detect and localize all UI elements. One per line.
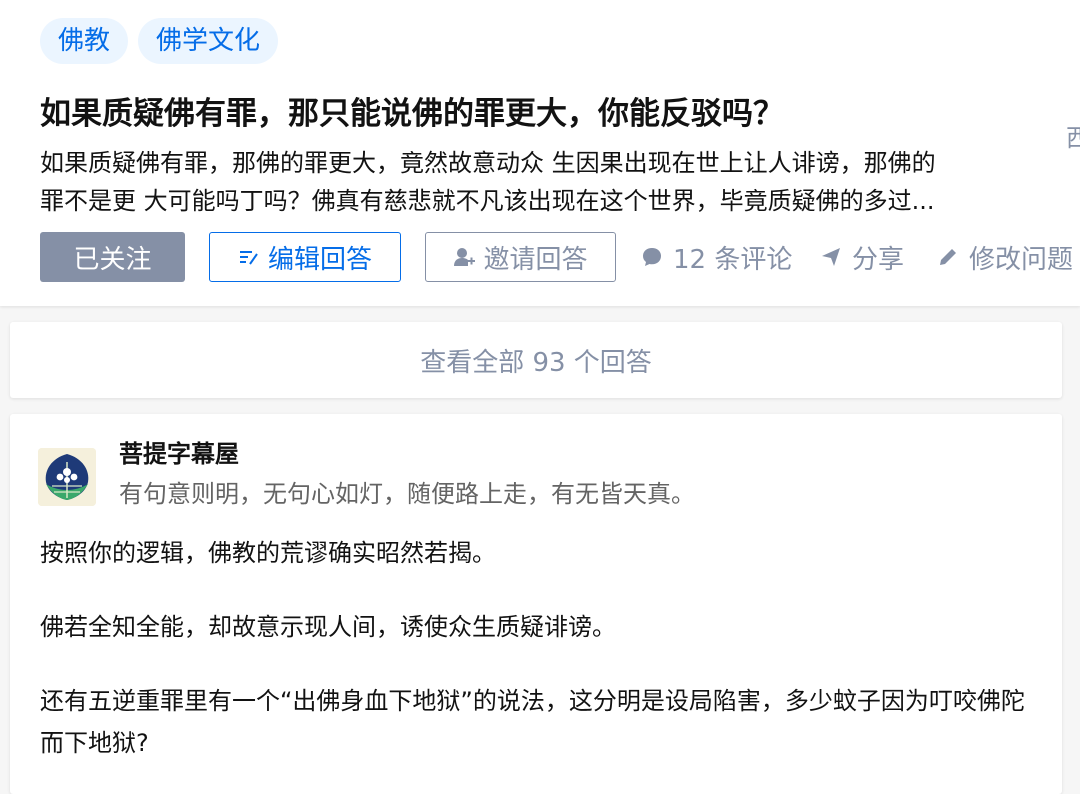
question-title[interactable]: 如果质疑佛有罪，那只能说佛的罪更大，你能反驳吗？ [40, 92, 784, 136]
comment-bubble-icon [641, 246, 663, 268]
share-label: 分享 [852, 244, 905, 275]
author-name[interactable]: 菩提字幕屋 [119, 436, 239, 472]
modify-question-button[interactable]: 修改问题 [937, 232, 1073, 282]
pencil-icon [937, 246, 959, 268]
invite-answer-label: 邀请回答 [483, 244, 588, 275]
answer-paragraph: 佛若全知全能，却故意示现人间，诱使众生质疑诽谤。 [40, 613, 616, 641]
topic-tag-buddhist-culture[interactable]: 佛学文化 [138, 18, 279, 64]
view-all-answers-button[interactable]: 查看全部 93 个回答 [10, 322, 1062, 398]
topic-tag-buddhism[interactable]: 佛教 [40, 18, 129, 64]
comments-button[interactable]: 12 条评论 [641, 232, 792, 282]
answer-paragraph: 按照你的逻辑，佛教的荒谬确实昭然若揭。 [40, 539, 496, 567]
answer-card: 菩提字幕屋 有句意则明，无句心如灯，随便路上走，有无皆天真。 按照你的逻辑，佛教… [10, 414, 1062, 794]
invite-user-icon [453, 246, 476, 268]
followed-label: 已关注 [73, 244, 152, 275]
followed-button[interactable]: 已关注 [40, 232, 185, 282]
bodhi-leaf-icon [38, 448, 96, 506]
share-paper-plane-icon [820, 246, 842, 268]
modify-question-label: 修改问题 [969, 244, 1074, 275]
topic-tags: 佛教 佛学文化 [40, 18, 279, 64]
comments-label: 12 条评论 [673, 244, 793, 275]
side-glyph: 西 [1066, 124, 1080, 152]
author-avatar[interactable] [38, 448, 96, 506]
share-button[interactable]: 分享 [820, 232, 904, 282]
edit-answer-button[interactable]: 编辑回答 [209, 232, 401, 282]
author-bio: 有句意则明，无句心如灯，随便路上走，有无皆天真。 [119, 480, 695, 508]
answer-paragraph: 还有五逆重罪里有一个“出佛身血下地狱”的说法，这分明是设局陷害，多少蚊子因为叮咬… [40, 687, 1025, 757]
edit-answer-label: 编辑回答 [267, 244, 372, 275]
edit-answer-icon [238, 246, 260, 268]
view-all-answers-label: 查看全部 93 个回答 [420, 347, 652, 378]
question-detail[interactable]: 如果质疑佛有罪，那佛的罪更大，竟然故意动众 生因果出现在世上让人诽谤，那佛的 罪… [40, 144, 1065, 220]
question-detail-line: 罪不是更 大可能吗丁吗？佛真有慈悲就不凡该出现在这个世界，毕竟质疑佛的多过... [40, 187, 935, 215]
invite-answer-button[interactable]: 邀请回答 [425, 232, 616, 282]
question-detail-line: 如果质疑佛有罪，那佛的罪更大，竟然故意动众 生因果出现在世上让人诽谤，那佛的 [40, 149, 936, 177]
question-header: 佛教 佛学文化 如果质疑佛有罪，那只能说佛的罪更大，你能反驳吗？ 西 如果质疑佛… [0, 0, 1080, 306]
